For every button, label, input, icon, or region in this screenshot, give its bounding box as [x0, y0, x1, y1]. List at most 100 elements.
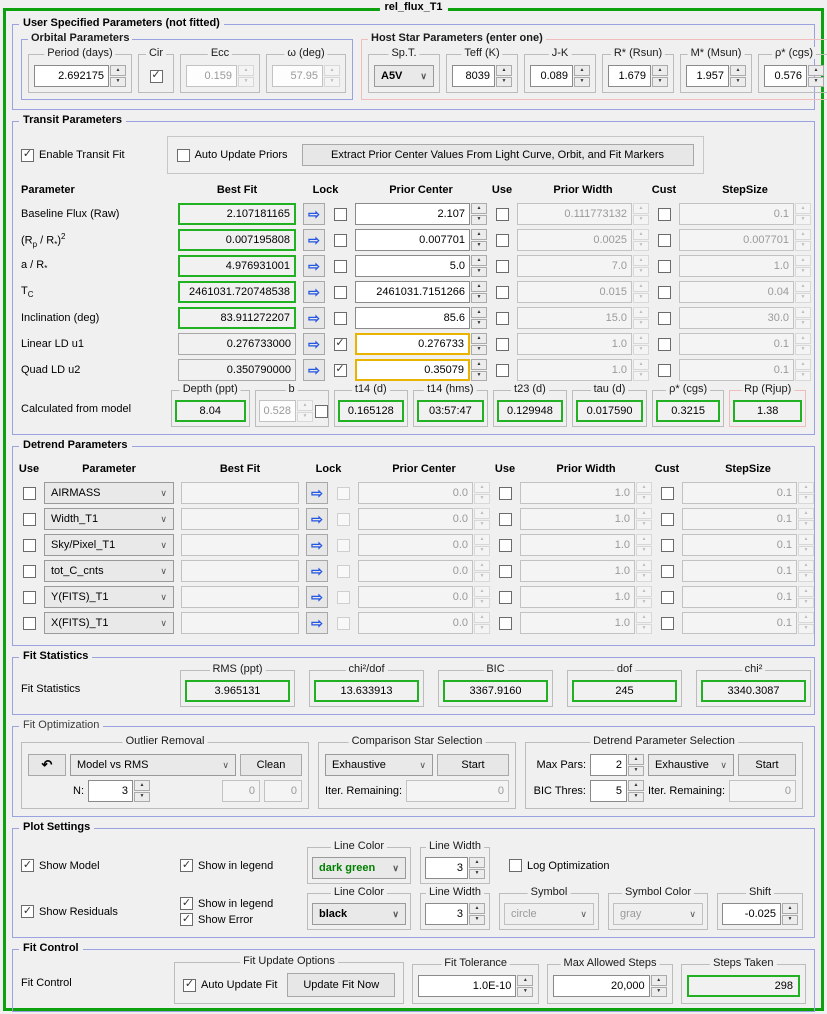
spin-up-icon[interactable]: ▲ — [795, 359, 811, 370]
spin-value[interactable]: 20,000 — [553, 975, 649, 997]
spin-up-icon[interactable]: ▲ — [798, 508, 814, 519]
teff-spinner[interactable]: 8039▲▼ — [452, 65, 512, 87]
spin-value[interactable]: 1.957 — [686, 65, 729, 87]
lock-checkbox[interactable] — [334, 260, 347, 273]
spin-up-icon[interactable]: ▲ — [633, 307, 649, 318]
spin-up-icon[interactable]: ▲ — [474, 612, 490, 623]
spinner-buttons[interactable]: ▲▼ — [633, 307, 649, 329]
spinner-buttons[interactable]: ▲▼ — [798, 482, 814, 504]
custom-step-checkbox[interactable] — [658, 286, 671, 299]
spinner-buttons[interactable]: ▲▼ — [628, 754, 644, 776]
detrend-parameter-dropdown[interactable]: Width_T1∨ — [44, 508, 174, 530]
spin-down-icon[interactable]: ▼ — [474, 494, 490, 505]
custom-step-checkbox[interactable] — [661, 487, 674, 500]
spin-up-icon[interactable]: ▲ — [633, 333, 649, 344]
spin-up-icon[interactable]: ▲ — [795, 203, 811, 214]
spin-down-icon[interactable]: ▼ — [636, 520, 652, 531]
shift-spinner[interactable]: -0.025▲▼ — [722, 903, 798, 925]
prior-center-spinner[interactable]: 2.107▲▼ — [355, 203, 487, 225]
spin-down-icon[interactable]: ▼ — [628, 792, 644, 803]
model-line-color-dropdown[interactable]: dark green∨ — [312, 857, 406, 879]
spin-value[interactable]: 3 — [425, 857, 468, 879]
mstar-spinner[interactable]: 1.957▲▼ — [686, 65, 746, 87]
custom-step-checkbox[interactable] — [658, 234, 671, 247]
spinner-buttons[interactable]: ▲▼ — [798, 534, 814, 556]
lock-checkbox[interactable] — [334, 286, 347, 299]
period-spinner[interactable]: 2.692175▲▼ — [34, 65, 126, 87]
spinner-buttons[interactable]: ▲▼ — [134, 780, 150, 802]
spinner-buttons[interactable]: ▲▼ — [633, 359, 649, 381]
spin-up-icon[interactable]: ▲ — [474, 482, 490, 493]
spin-value[interactable]: 0.089 — [530, 65, 573, 87]
spinner-buttons[interactable]: ▲▼ — [636, 534, 652, 556]
spin-down-icon[interactable]: ▼ — [471, 345, 487, 356]
copy-bestfit-to-prior-button[interactable]: ⇨ — [303, 333, 325, 355]
detrend-parameter-dropdown[interactable]: tot_C_cnts∨ — [44, 560, 174, 582]
lock-checkbox[interactable] — [334, 312, 347, 325]
spin-down-icon[interactable]: ▼ — [474, 546, 490, 557]
spinner-buttons[interactable]: ▲▼ — [652, 65, 668, 87]
use-detrend-checkbox[interactable] — [23, 617, 36, 630]
use-prior-checkbox[interactable] — [499, 617, 512, 630]
spin-up-icon[interactable]: ▲ — [808, 65, 824, 76]
use-prior-checkbox[interactable] — [499, 565, 512, 578]
spinner-buttons[interactable]: ▲▼ — [795, 281, 811, 303]
spin-down-icon[interactable]: ▼ — [782, 915, 798, 926]
spin-down-icon[interactable]: ▼ — [798, 598, 814, 609]
spin-up-icon[interactable]: ▲ — [574, 65, 590, 76]
spinner-buttons[interactable]: ▲▼ — [636, 612, 652, 634]
clean-button[interactable]: Clean — [240, 754, 302, 776]
spinner-buttons[interactable]: ▲▼ — [110, 65, 126, 87]
impact-parameter-checkbox[interactable] — [315, 405, 328, 418]
copy-bestfit-to-prior-button[interactable]: ⇨ — [303, 229, 325, 251]
show-residuals-checkbox[interactable] — [21, 905, 34, 918]
spinner-buttons[interactable]: ▲▼ — [471, 281, 487, 303]
spinner-buttons[interactable]: ▲▼ — [469, 903, 485, 925]
spin-down-icon[interactable]: ▼ — [798, 624, 814, 635]
prior-center-spinner[interactable]: 85.6▲▼ — [355, 307, 487, 329]
spin-down-icon[interactable]: ▼ — [636, 572, 652, 583]
spinner-buttons[interactable]: ▲▼ — [474, 534, 490, 556]
model-show-in-legend-checkbox[interactable] — [180, 859, 193, 872]
spinner-buttons[interactable]: ▲▼ — [474, 560, 490, 582]
spin-value[interactable]: 0.276733 — [355, 333, 470, 355]
spin-value[interactable]: 1.0E-10 — [418, 975, 516, 997]
spinner-buttons[interactable]: ▲▼ — [474, 586, 490, 608]
spinner-buttons[interactable]: ▲▼ — [798, 508, 814, 530]
model-line-width-spinner[interactable]: 3▲▼ — [425, 857, 485, 879]
spin-up-icon[interactable]: ▲ — [471, 229, 487, 240]
spin-down-icon[interactable]: ▼ — [795, 267, 811, 278]
spin-up-icon[interactable]: ▲ — [471, 333, 487, 344]
copy-bestfit-to-prior-button[interactable]: ⇨ — [303, 255, 325, 277]
spin-up-icon[interactable]: ▲ — [651, 975, 667, 986]
spin-value[interactable]: 5 — [590, 780, 627, 802]
copy-bestfit-to-prior-button[interactable]: ⇨ — [306, 586, 328, 608]
spinner-buttons[interactable]: ▲▼ — [795, 359, 811, 381]
spinner-buttons[interactable]: ▲▼ — [633, 203, 649, 225]
use-prior-checkbox[interactable] — [496, 312, 509, 325]
custom-step-checkbox[interactable] — [661, 591, 674, 604]
spin-up-icon[interactable]: ▲ — [636, 612, 652, 623]
spin-up-icon[interactable]: ▲ — [636, 534, 652, 545]
copy-bestfit-to-prior-button[interactable]: ⇨ — [306, 534, 328, 556]
spin-up-icon[interactable]: ▲ — [110, 65, 126, 76]
spin-down-icon[interactable]: ▼ — [496, 77, 512, 88]
spin-down-icon[interactable]: ▼ — [471, 371, 487, 382]
spin-down-icon[interactable]: ▼ — [628, 766, 644, 777]
spin-down-icon[interactable]: ▼ — [633, 293, 649, 304]
spin-up-icon[interactable]: ▲ — [652, 65, 668, 76]
spinner-buttons[interactable]: ▲▼ — [574, 65, 590, 87]
spin-value[interactable]: 0.007701 — [355, 229, 470, 251]
detrend-parameter-dropdown[interactable]: X(FITS)_T1∨ — [44, 612, 174, 634]
copy-bestfit-to-prior-button[interactable]: ⇨ — [303, 281, 325, 303]
spin-down-icon[interactable]: ▼ — [636, 598, 652, 609]
use-prior-checkbox[interactable] — [499, 513, 512, 526]
spinner-buttons[interactable]: ▲▼ — [471, 333, 487, 355]
use-prior-checkbox[interactable] — [499, 487, 512, 500]
spin-up-icon[interactable]: ▲ — [795, 229, 811, 240]
copy-bestfit-to-prior-button[interactable]: ⇨ — [306, 482, 328, 504]
spin-value[interactable]: 1.679 — [608, 65, 651, 87]
spin-value[interactable]: 2.107 — [355, 203, 470, 225]
auto-update-priors-checkbox[interactable] — [177, 149, 190, 162]
use-detrend-checkbox[interactable] — [23, 539, 36, 552]
